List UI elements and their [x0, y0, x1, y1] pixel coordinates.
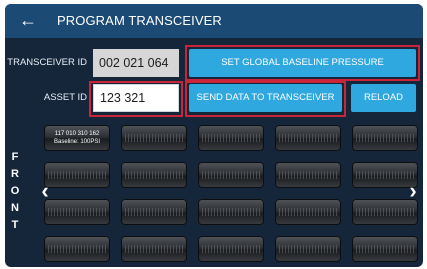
front-letter: O: [10, 185, 20, 197]
transceiver-tile[interactable]: [352, 125, 418, 151]
transceiver-tile[interactable]: [198, 199, 264, 225]
transceiver-tile[interactable]: [198, 125, 264, 151]
transceiver-tile[interactable]: [275, 236, 341, 262]
transceiver-tile[interactable]: [198, 162, 264, 188]
tile-id: 117 010 310 162: [54, 131, 100, 137]
asset-id-label: ASSET ID: [43, 92, 87, 103]
transceiver-tile[interactable]: [121, 199, 187, 225]
front-label: F R O N T: [8, 149, 22, 234]
tile-baseline: Baseline: 100PSI: [53, 139, 101, 145]
transceiver-tile[interactable]: [198, 236, 264, 262]
chevron-right-icon[interactable]: ›: [403, 176, 423, 206]
front-letter: F: [11, 151, 19, 163]
set-global-baseline-pressure-button[interactable]: SET GLOBAL BASELINE PRESSURE: [189, 49, 416, 77]
chevron-left-icon[interactable]: ‹: [35, 176, 55, 206]
transceiver-id-label: TRANSCEIVER ID: [7, 57, 87, 68]
front-letter: T: [11, 219, 19, 231]
transceiver-tile[interactable]: [121, 125, 187, 151]
front-letter: N: [11, 202, 19, 214]
program-transceiver-screen: ← PROGRAM TRANSCEIVER TRANSCEIVER ID 002…: [5, 4, 423, 267]
transceiver-tile[interactable]: [121, 162, 187, 188]
transceiver-tile[interactable]: 117 010 310 162 Baseline: 100PSI: [44, 125, 110, 151]
transceiver-tile[interactable]: [275, 125, 341, 151]
transceiver-tile[interactable]: [121, 236, 187, 262]
back-arrow-icon[interactable]: ←: [19, 8, 43, 32]
front-letter: R: [11, 168, 19, 180]
transceiver-tile[interactable]: [44, 236, 110, 262]
transceiver-tile[interactable]: [352, 236, 418, 262]
tile-text: 117 010 310 162 Baseline: 100PSI: [44, 130, 110, 146]
reload-button[interactable]: RELOAD: [351, 84, 416, 112]
transceiver-id-field: 002 021 064: [93, 49, 179, 77]
page-title: PROGRAM TRANSCEIVER: [57, 13, 222, 28]
asset-id-input[interactable]: 123 321: [93, 84, 179, 112]
app-header: ← PROGRAM TRANSCEIVER: [5, 4, 423, 38]
transceiver-tile[interactable]: [275, 199, 341, 225]
transceiver-tile[interactable]: [275, 162, 341, 188]
send-data-to-transceiver-button[interactable]: SEND DATA TO TRANSCEIVER: [189, 84, 342, 112]
